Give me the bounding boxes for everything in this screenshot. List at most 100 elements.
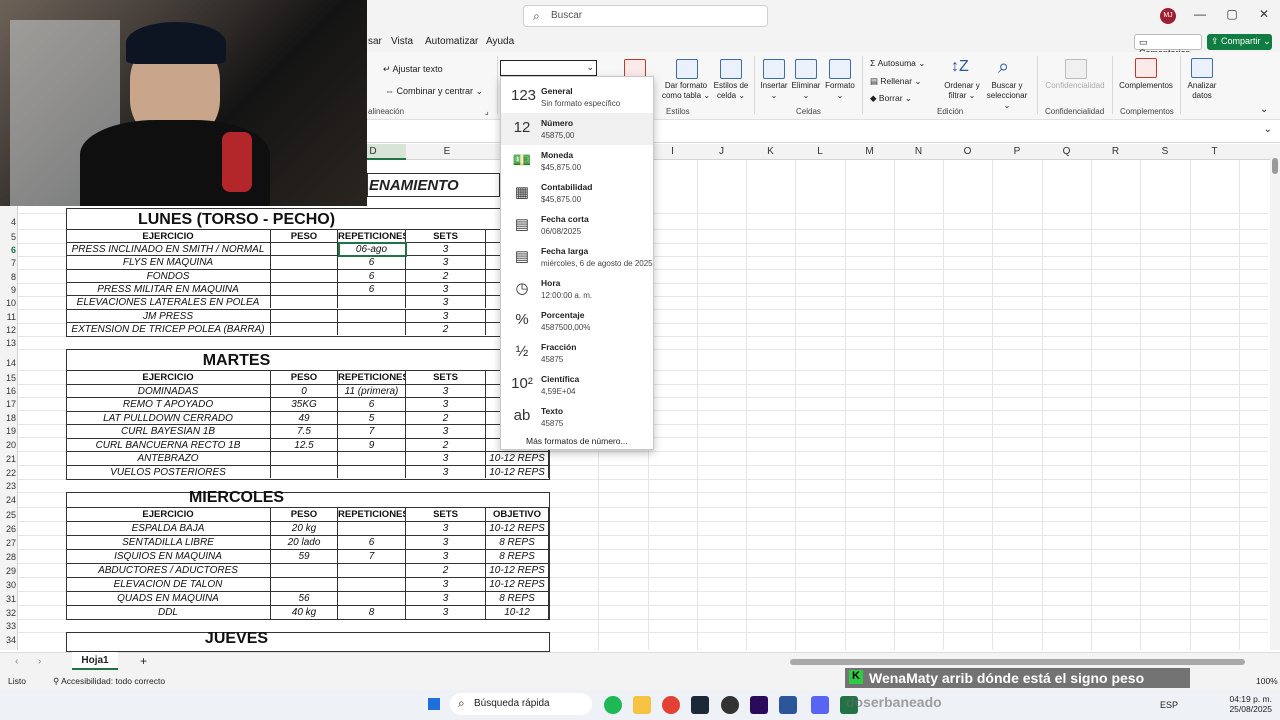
col-header-e[interactable]: E bbox=[407, 146, 487, 157]
table-cell[interactable]: 6 bbox=[338, 535, 406, 549]
table-cell[interactable]: 8 REPS bbox=[486, 591, 549, 605]
merge-center-button[interactable]: ⇔ Combinar y centrar ⌄ bbox=[385, 86, 483, 96]
zoom-level[interactable]: 100% bbox=[1256, 676, 1278, 686]
add-sheet-button[interactable]: + bbox=[140, 654, 147, 668]
row-header[interactable]: 34 bbox=[0, 635, 16, 645]
row-header[interactable]: 30 bbox=[0, 580, 16, 590]
row-header[interactable]: 20 bbox=[0, 440, 16, 450]
selected-cell[interactable] bbox=[338, 242, 407, 257]
table-header-cell[interactable]: EJERCICIO bbox=[66, 229, 271, 243]
table-cell[interactable]: FONDOS bbox=[66, 268, 271, 282]
table-header-cell[interactable]: PESO bbox=[271, 229, 338, 243]
table-cell[interactable]: DOMINADAS bbox=[66, 383, 271, 397]
table-cell[interactable]: 11 (primera) bbox=[338, 383, 406, 397]
clear-button[interactable]: ◆ Borrar ⌄ bbox=[870, 93, 912, 103]
table-header-cell[interactable]: REPETICIONES bbox=[338, 507, 406, 521]
col-header-j[interactable]: J bbox=[697, 146, 746, 157]
table-cell[interactable]: 0 bbox=[271, 383, 338, 397]
table-cell[interactable]: 35KG bbox=[271, 397, 338, 411]
discord-icon[interactable] bbox=[811, 696, 829, 714]
table-cell[interactable]: REMO T APOYADO bbox=[66, 397, 271, 411]
row-header[interactable]: 24 bbox=[0, 495, 16, 505]
ribbon-collapse-icon[interactable]: ⌄ bbox=[1260, 104, 1268, 115]
row-header[interactable]: 18 bbox=[0, 413, 16, 423]
row-header[interactable]: 27 bbox=[0, 538, 16, 548]
table-cell[interactable]: 2 bbox=[406, 563, 486, 577]
row-header[interactable]: 19 bbox=[0, 426, 16, 436]
prev-sheet-icon[interactable]: ‹ bbox=[15, 656, 18, 667]
row-header[interactable]: 8 bbox=[0, 272, 16, 282]
row-header[interactable]: 21 bbox=[0, 454, 16, 464]
addins-icon[interactable] bbox=[1135, 58, 1157, 78]
row-header[interactable]: 14 bbox=[0, 358, 16, 368]
scroll-thumb[interactable] bbox=[1272, 158, 1278, 174]
row-header[interactable]: 10 bbox=[0, 298, 16, 308]
cell-styles-button[interactable]: Estilos de celda ⌄ bbox=[710, 81, 752, 101]
table-header-cell[interactable]: REPETICIONES bbox=[338, 370, 406, 384]
table-cell[interactable]: 7.5 bbox=[271, 424, 338, 438]
cell-styles-icon[interactable] bbox=[720, 59, 742, 79]
row-header[interactable]: 22 bbox=[0, 468, 16, 478]
table-header-cell[interactable]: REPETICIONES bbox=[338, 229, 406, 243]
table-cell[interactable]: 2 bbox=[406, 410, 486, 424]
table-header-cell[interactable]: PESO bbox=[271, 507, 338, 521]
col-header-p[interactable]: P bbox=[992, 146, 1042, 157]
format-option[interactable]: 10² Científica 4,59E+04 bbox=[501, 369, 653, 401]
row-header[interactable]: 23 bbox=[0, 481, 16, 491]
table-cell[interactable]: 3 bbox=[406, 255, 486, 269]
table-cell[interactable] bbox=[338, 308, 406, 322]
avatar[interactable]: MJ bbox=[1160, 8, 1176, 24]
table-cell[interactable]: 10-12 REPS bbox=[486, 521, 549, 535]
row-header[interactable]: 9 bbox=[0, 285, 16, 295]
row-header[interactable]: 4 bbox=[0, 217, 16, 227]
row-header[interactable]: 12 bbox=[0, 325, 16, 335]
table-cell[interactable]: JM PRESS bbox=[66, 308, 271, 322]
chrome-icon[interactable] bbox=[662, 696, 680, 714]
row-header[interactable]: 28 bbox=[0, 552, 16, 562]
col-header-k[interactable]: K bbox=[746, 146, 795, 157]
table-cell[interactable]: 6 bbox=[338, 397, 406, 411]
number-format-select[interactable]: ⌄ bbox=[500, 60, 597, 76]
close-button[interactable]: ✕ bbox=[1254, 7, 1274, 25]
analyze-data-icon[interactable] bbox=[1191, 58, 1213, 78]
table-cell[interactable]: 20 lado bbox=[271, 535, 338, 549]
col-header-o[interactable]: O bbox=[943, 146, 992, 157]
menu-review[interactable]: sar bbox=[368, 36, 382, 47]
format-as-table-button[interactable]: Dar formato como tabla ⌄ bbox=[658, 81, 714, 101]
col-header-n[interactable]: N bbox=[894, 146, 943, 157]
format-option[interactable]: ▤ Fecha corta 06/08/2025 bbox=[501, 209, 653, 241]
format-option[interactable]: ◷ Hora 12:00:00 a. m. bbox=[501, 273, 653, 305]
table-cell[interactable]: 3 bbox=[406, 521, 486, 535]
addins-button[interactable]: Complementos bbox=[1115, 81, 1177, 91]
analyze-data-button[interactable]: Analizar datos bbox=[1183, 81, 1221, 101]
table-cell[interactable]: 3 bbox=[406, 424, 486, 438]
table-cell[interactable] bbox=[338, 295, 406, 309]
next-sheet-icon[interactable]: › bbox=[38, 656, 41, 667]
format-option[interactable]: % Porcentaje 4587500,00% bbox=[501, 305, 653, 337]
table-cell[interactable]: 2 bbox=[406, 437, 486, 451]
table-cell[interactable]: 3 bbox=[406, 383, 486, 397]
table-header-cell[interactable]: SETS bbox=[406, 370, 486, 384]
table-cell[interactable]: ELEVACIONES LATERALES EN POLEA bbox=[66, 295, 271, 309]
table-cell[interactable]: 7 bbox=[338, 549, 406, 563]
table-header-cell[interactable]: PESO bbox=[271, 370, 338, 384]
find-select-button[interactable]: Buscar y seleccionar ⌄ bbox=[983, 81, 1031, 111]
magnifier-icon[interactable]: ⌕ bbox=[998, 56, 1009, 79]
table-cell[interactable]: 49 bbox=[271, 410, 338, 424]
table-cell[interactable]: 3 bbox=[406, 308, 486, 322]
format-option[interactable]: ▦ Contabilidad $45,875.00 bbox=[501, 177, 653, 209]
col-header-m[interactable]: M bbox=[845, 146, 894, 157]
delete-button[interactable]: Eliminar ⌄ bbox=[789, 81, 823, 101]
sort-filter-icon[interactable]: ↕Z bbox=[951, 58, 969, 76]
table-cell[interactable]: 3 bbox=[406, 591, 486, 605]
table-cell[interactable] bbox=[271, 451, 338, 465]
horizontal-scrollbar[interactable] bbox=[790, 659, 1245, 665]
table-cell[interactable]: 3 bbox=[406, 464, 486, 478]
menu-automate[interactable]: Automatizar bbox=[425, 36, 478, 47]
menu-help[interactable]: Ayuda bbox=[486, 36, 514, 47]
format-option[interactable]: 💵 Moneda $45,875.00 bbox=[501, 145, 653, 177]
table-cell[interactable]: CURL BANCUERNA RECTO 1B bbox=[66, 437, 271, 451]
table-cell[interactable]: 20 kg bbox=[271, 521, 338, 535]
table-cell[interactable] bbox=[271, 464, 338, 478]
table-cell[interactable]: 6 bbox=[338, 281, 406, 296]
